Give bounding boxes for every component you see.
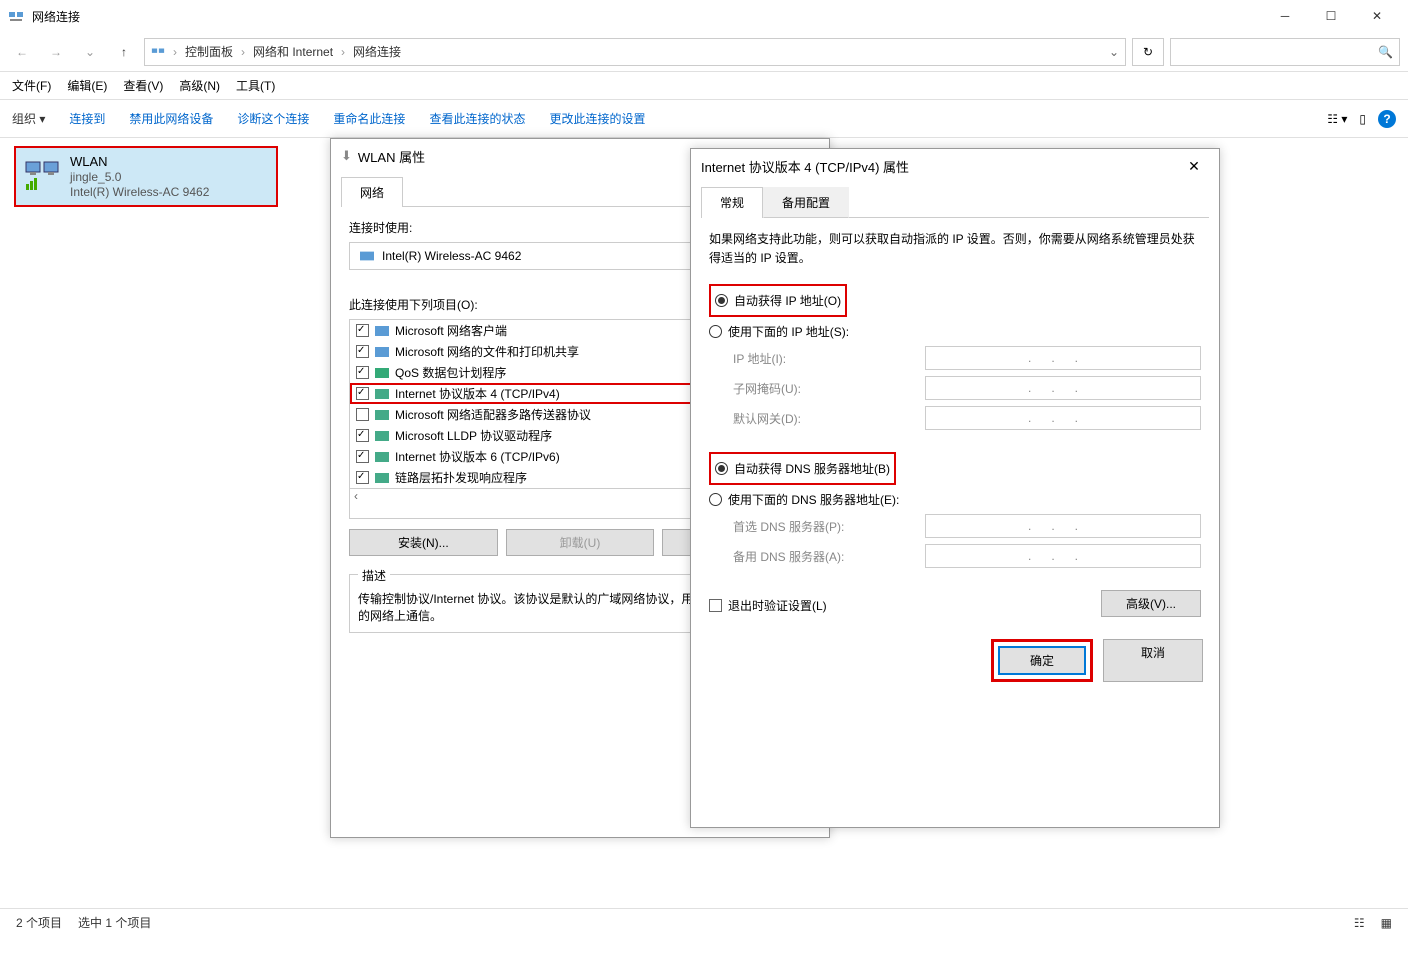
validate-checkbox[interactable]: 退出时验证设置(L) [709,597,827,614]
breadcrumb[interactable]: 网络和 Internet [253,43,333,60]
forward-button[interactable]: → [42,38,70,66]
minimize-button[interactable]: ─ [1262,0,1308,32]
up-button[interactable]: ↑ [110,38,138,66]
toolbar-status[interactable]: 查看此连接的状态 [429,110,525,127]
connection-name: WLAN [70,154,209,169]
status-items: 2 个项目 [16,914,62,931]
menu-edit[interactable]: 编辑(E) [67,77,107,94]
ip-input: ... [925,346,1201,370]
status-selected: 选中 1 个项目 [78,914,151,931]
recent-dropdown[interactable]: ⌄ [76,38,104,66]
view-details-icon[interactable]: ☷ [1354,916,1365,930]
navigation-bar: ← → ⌄ ↑ › 控制面板 › 网络和 Internet › 网络连接 ⌄ ↻… [0,32,1408,72]
search-input[interactable]: 🔍 [1170,38,1400,66]
advanced-button[interactable]: 高级(V)... [1101,590,1201,617]
tab-alternate[interactable]: 备用配置 [763,187,849,218]
content-area: WLAN jingle_5.0 Intel(R) Wireless-AC 946… [0,138,1408,908]
connection-ssid: jingle_5.0 [70,170,209,184]
adapter-icon [360,249,374,263]
mask-label: 子网掩码(U): [733,380,913,397]
usb-icon: ⬇ [341,148,352,164]
ok-button[interactable]: 确定 [998,646,1086,675]
network-icon [151,45,165,59]
radio-auto-ip[interactable]: 自动获得 IP 地址(O) [715,292,841,309]
help-icon[interactable]: ? [1378,110,1396,128]
maximize-button[interactable]: ☐ [1308,0,1354,32]
dns1-label: 首选 DNS 服务器(P): [733,518,913,535]
tab-network[interactable]: 网络 [341,177,403,207]
gateway-input: ... [925,406,1201,430]
chevron-down-icon[interactable]: ⌄ [1109,45,1119,59]
ip-label: IP 地址(I): [733,350,913,367]
close-icon[interactable]: ✕ [1179,158,1209,175]
ipv4-properties-dialog: Internet 协议版本 4 (TCP/IPv4) 属性 ✕ 常规 备用配置 … [690,148,1220,828]
network-icon [8,8,24,24]
menu-bar: 文件(F) 编辑(E) 查看(V) 高级(N) 工具(T) [0,72,1408,100]
highlight-ok: 确定 [991,639,1093,682]
toolbar: 组织 ▾ 连接到 禁用此网络设备 诊断这个连接 重命名此连接 查看此连接的状态 … [0,100,1408,138]
window-titlebar: 网络连接 ─ ☐ ✕ [0,0,1408,32]
tab-general[interactable]: 常规 [701,187,763,218]
dns1-input: ... [925,514,1201,538]
install-button[interactable]: 安装(N)... [349,529,498,556]
close-button[interactable]: ✕ [1354,0,1400,32]
radio-manual-dns[interactable]: 使用下面的 DNS 服务器地址(E): [709,491,1201,508]
dialog-title: WLAN 属性 [358,147,425,166]
address-bar[interactable]: › 控制面板 › 网络和 Internet › 网络连接 ⌄ [144,38,1126,66]
radio-manual-ip[interactable]: 使用下面的 IP 地址(S): [709,323,1201,340]
intro-text: 如果网络支持此功能，则可以获取自动指派的 IP 设置。否则，你需要从网络系统管理… [709,230,1201,268]
gateway-label: 默认网关(D): [733,410,913,427]
highlight-auto-ip: 自动获得 IP 地址(O) [709,284,847,317]
toolbar-diagnose[interactable]: 诊断这个连接 [237,110,309,127]
menu-tools[interactable]: 工具(T) [236,77,275,94]
refresh-button[interactable]: ↻ [1132,38,1164,66]
breadcrumb[interactable]: 控制面板 [185,43,233,60]
window-title: 网络连接 [32,8,1262,25]
menu-advanced[interactable]: 高级(N) [179,77,220,94]
dns2-input: ... [925,544,1201,568]
cancel-button[interactable]: 取消 [1103,639,1203,682]
toolbar-connect[interactable]: 连接到 [69,110,105,127]
mask-input: ... [925,376,1201,400]
organize-button[interactable]: 组织 ▾ [12,110,45,127]
status-bar: 2 个项目 选中 1 个项目 ☷ ▦ [0,908,1408,936]
toolbar-settings[interactable]: 更改此连接的设置 [549,110,645,127]
wlan-adapter-icon [22,154,62,194]
search-icon: 🔍 [1378,45,1393,59]
toolbar-rename[interactable]: 重命名此连接 [333,110,405,127]
radio-auto-dns[interactable]: 自动获得 DNS 服务器地址(B) [715,460,890,477]
connection-adapter: Intel(R) Wireless-AC 9462 [70,185,209,199]
connection-item-wlan[interactable]: WLAN jingle_5.0 Intel(R) Wireless-AC 946… [14,146,278,207]
preview-pane-icon[interactable]: ▯ [1359,112,1366,126]
toolbar-disable[interactable]: 禁用此网络设备 [129,110,213,127]
menu-view[interactable]: 查看(V) [123,77,163,94]
dialog-title: Internet 协议版本 4 (TCP/IPv4) 属性 [701,157,909,176]
view-large-icon[interactable]: ▦ [1381,916,1392,930]
back-button[interactable]: ← [8,38,36,66]
highlight-auto-dns: 自动获得 DNS 服务器地址(B) [709,452,896,485]
uninstall-button[interactable]: 卸载(U) [506,529,655,556]
menu-file[interactable]: 文件(F) [12,77,51,94]
breadcrumb[interactable]: 网络连接 [353,43,401,60]
view-options-icon[interactable]: ☷ ▾ [1327,112,1347,126]
dns2-label: 备用 DNS 服务器(A): [733,548,913,565]
